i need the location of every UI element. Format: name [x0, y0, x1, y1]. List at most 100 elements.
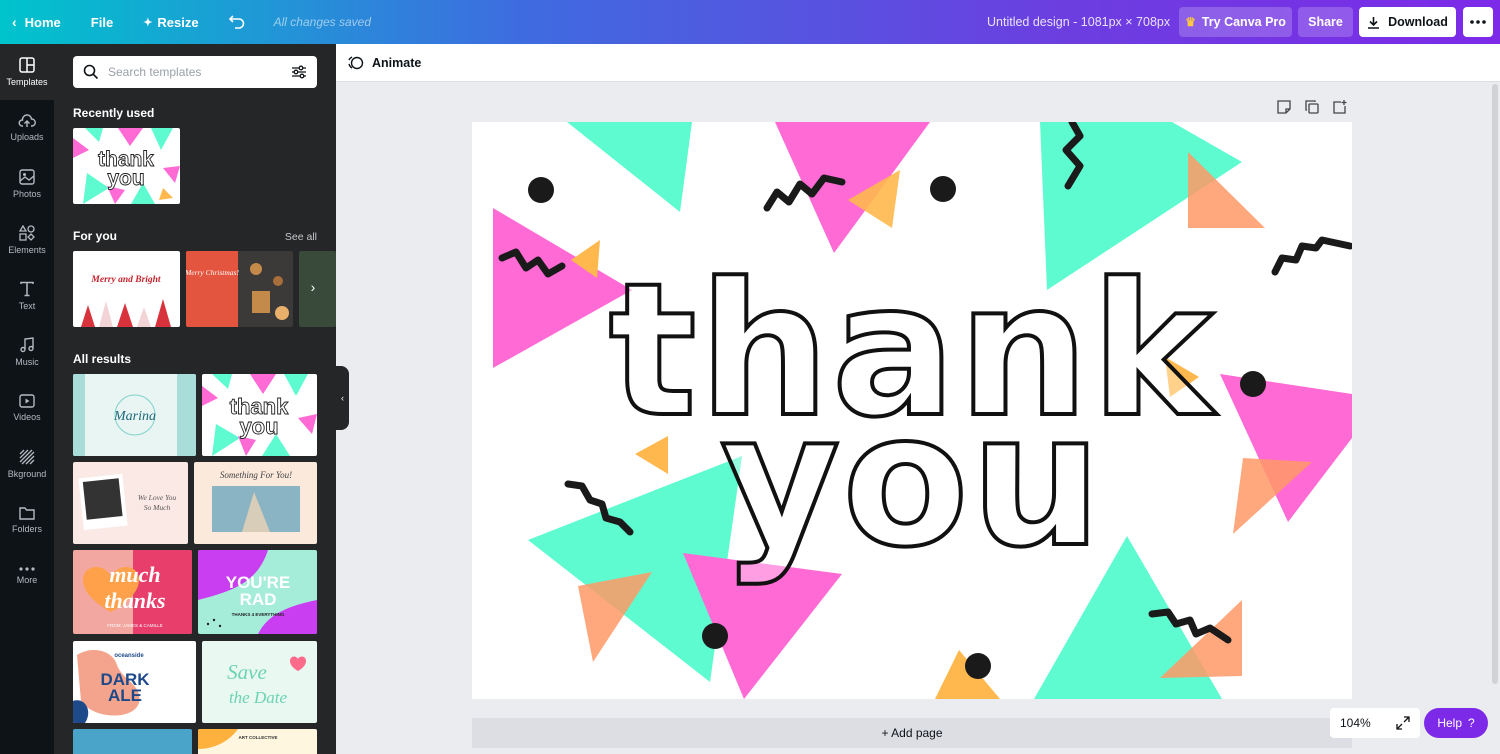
rail-item-music[interactable]: Music: [0, 324, 54, 380]
template-text: RAD: [240, 590, 277, 609]
try-canva-pro-button[interactable]: ♛ Try Canva Pro: [1179, 7, 1292, 37]
rail-item-elements[interactable]: Elements: [0, 212, 54, 268]
zoom-control[interactable]: 104%: [1330, 708, 1420, 738]
template-thumbnail-marina[interactable]: Marina: [73, 374, 196, 456]
template-thumbnail-art: ART COLLECTIVE: [198, 729, 278, 749]
template-thumbnail-youre-rad[interactable]: YOU'RE RAD THANKS 4 EVERYTHING: [198, 550, 317, 634]
template-text: thanks: [104, 588, 165, 613]
for-you-heading: For you: [73, 229, 117, 243]
file-menu-button[interactable]: File: [76, 0, 128, 44]
template-thumbnail-art: Save the Date: [227, 656, 306, 707]
undo-button[interactable]: [214, 0, 260, 44]
home-label: Home: [24, 14, 61, 30]
template-thumbnail-art: oceanside DARK ALE: [73, 650, 150, 723]
template-thumbnail-recent[interactable]: thank you: [73, 128, 180, 204]
template-text: We Love You: [138, 493, 176, 502]
template-thumbnail-thank-you[interactable]: thank you: [202, 374, 317, 456]
template-thumbnail-art: much thanks FROM: JAMES & CAMILLE: [83, 550, 192, 634]
template-thumbnail-we-love-you[interactable]: We Love You So Much: [73, 462, 188, 544]
template-thumbnail-art: Merry Christmas!: [186, 251, 289, 327]
template-thumbnail-art: thank you: [73, 128, 180, 204]
rail-label: Bkground: [7, 469, 47, 479]
template-text: much: [109, 562, 160, 587]
upload-icon: [18, 114, 36, 127]
animate-label: Animate: [372, 55, 422, 70]
help-label: Help: [1437, 716, 1462, 730]
template-text: Marina: [113, 409, 156, 424]
add-page-button[interactable]: + Add page: [472, 718, 1352, 748]
rail-item-uploads[interactable]: Uploads: [0, 100, 54, 156]
template-thumbnail-art-collective[interactable]: ART COLLECTIVE: [198, 729, 317, 754]
decor-triangle: [935, 650, 1000, 699]
template-text: oceanside: [114, 653, 144, 659]
document-title[interactable]: Untitled design - 1081px × 708px: [987, 0, 1170, 44]
rail-label: Templates: [6, 77, 48, 87]
templates-icon: [19, 57, 35, 73]
template-thumbnail-partial[interactable]: [73, 729, 192, 754]
template-text: the Date: [229, 688, 288, 707]
all-results-heading: All results: [73, 352, 132, 366]
expand-icon[interactable]: [1396, 716, 1410, 730]
rail-item-background[interactable]: Bkground: [0, 436, 54, 492]
search-input[interactable]: [108, 65, 278, 79]
top-bar: ‹ Home File ✦ Resize All changes saved U…: [0, 0, 1500, 44]
template-thumbnail-something-for-you[interactable]: Something For You!: [194, 462, 317, 544]
rail-item-more[interactable]: More: [0, 548, 54, 604]
resize-label: Resize: [157, 14, 199, 30]
folder-icon: [19, 507, 35, 520]
add-page-icon[interactable]: [1332, 99, 1348, 115]
page-notes-icon[interactable]: [1276, 99, 1292, 115]
template-text: you: [107, 167, 144, 190]
rail-item-folders[interactable]: Folders: [0, 492, 54, 548]
template-thumbnail-dark-ale[interactable]: oceanside DARK ALE: [73, 641, 196, 723]
templates-panel: Recently used thank you For you See all …: [54, 44, 336, 754]
rail-label: Uploads: [10, 132, 44, 142]
design-text-you[interactable]: you: [718, 372, 1103, 590]
decor-dot: [930, 176, 956, 202]
rail-item-videos[interactable]: Videos: [0, 380, 54, 436]
template-text: Save: [227, 660, 267, 684]
rail-label: More: [16, 575, 38, 585]
rail-item-templates[interactable]: Templates: [0, 44, 54, 100]
decor-dot: [702, 623, 728, 649]
animate-button[interactable]: Animate: [348, 55, 421, 71]
design-page[interactable]: thank you: [472, 122, 1352, 699]
template-thumbnail-save-the-date[interactable]: Save the Date: [202, 641, 317, 723]
template-thumbnail-merry-christmas[interactable]: Merry Christmas!: [186, 251, 293, 327]
more-options-button[interactable]: [1463, 7, 1493, 37]
zoom-level: 104%: [1340, 716, 1371, 730]
chevron-left-icon: ‹: [12, 14, 17, 30]
template-thumbnail-merry-bright[interactable]: Merry and Bright: [73, 251, 180, 327]
collapse-panel-button[interactable]: ‹: [336, 366, 349, 430]
side-rail: Templates Uploads Photos Elements Text M…: [0, 44, 54, 754]
filter-icon[interactable]: [291, 65, 307, 79]
animate-icon: [348, 55, 364, 69]
resize-button[interactable]: ✦ Resize: [128, 0, 213, 44]
template-text: Merry Christmas!: [186, 268, 239, 277]
search-box[interactable]: [73, 56, 317, 88]
carousel-next-button[interactable]: ›: [302, 276, 324, 298]
try-pro-label: Try Canva Pro: [1201, 15, 1286, 29]
download-button[interactable]: Download: [1359, 7, 1456, 37]
thank-you-design: thank you: [493, 122, 1352, 699]
more-icon: [19, 567, 35, 571]
ellipsis-icon: [1470, 20, 1486, 24]
duplicate-page-icon[interactable]: [1304, 99, 1320, 115]
sparkle-icon: ✦: [143, 16, 153, 29]
download-icon: [1368, 16, 1380, 29]
template-thumbnail-art: YOU'RE RAD THANKS 4 EVERYTHING: [198, 550, 317, 634]
download-label: Download: [1388, 15, 1448, 29]
rail-item-photos[interactable]: Photos: [0, 156, 54, 212]
vertical-scrollbar[interactable]: [1492, 84, 1498, 684]
photo-icon: [19, 169, 35, 185]
see-all-link[interactable]: See all: [285, 231, 317, 243]
share-button[interactable]: Share: [1298, 7, 1353, 37]
template-thumbnail-much-thanks[interactable]: much thanks FROM: JAMES & CAMILLE: [73, 550, 192, 634]
chevron-left-icon: ‹: [341, 393, 344, 403]
music-icon: [20, 337, 34, 353]
help-button[interactable]: Help ?: [1424, 708, 1488, 738]
search-icon: [83, 64, 99, 80]
home-button[interactable]: ‹ Home: [0, 0, 76, 44]
decor-triangle: [567, 122, 692, 212]
rail-item-text[interactable]: Text: [0, 268, 54, 324]
